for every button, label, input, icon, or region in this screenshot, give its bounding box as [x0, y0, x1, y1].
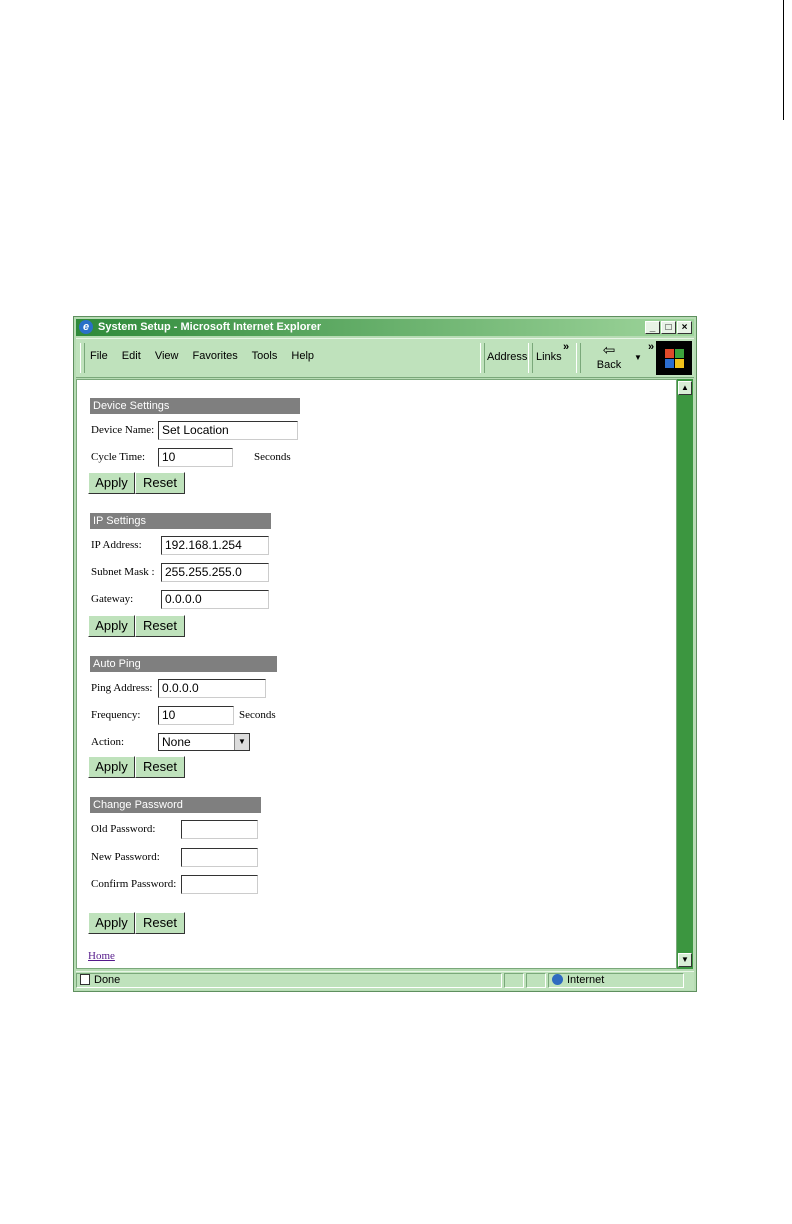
scroll-up-icon[interactable]: ▲: [678, 381, 692, 395]
password-apply-button[interactable]: Apply: [88, 912, 135, 934]
links-chevron-icon[interactable]: »: [563, 341, 569, 353]
menu-bar: File Edit View Favorites Tools Help: [90, 350, 325, 362]
internet-explorer-icon: e: [79, 320, 93, 334]
device-name-field[interactable]: Set Location: [158, 421, 298, 440]
status-cell: [504, 973, 524, 988]
toolbar: File Edit View Favorites Tools Help Addr…: [76, 338, 694, 378]
toolbar-grip[interactable]: [528, 343, 533, 373]
new-password-label: New Password:: [91, 851, 160, 863]
old-password-label: Old Password:: [91, 823, 156, 835]
globe-icon: [552, 974, 563, 985]
toolbar-chevron-icon[interactable]: »: [648, 341, 654, 353]
menu-edit[interactable]: Edit: [122, 350, 141, 362]
close-button[interactable]: ×: [677, 321, 692, 334]
page-edge-line: [783, 0, 784, 120]
gateway-label: Gateway:: [91, 593, 134, 605]
address-bar-toggle[interactable]: Address: [487, 351, 527, 363]
gateway-field[interactable]: 0.0.0.0: [161, 590, 269, 609]
action-select-value: None: [162, 735, 191, 749]
menu-tools[interactable]: Tools: [252, 350, 278, 362]
status-cell: [526, 973, 546, 988]
menu-favorites[interactable]: Favorites: [193, 350, 238, 362]
back-dropdown-icon[interactable]: ▼: [634, 353, 642, 362]
confirm-password-label: Confirm Password:: [91, 878, 177, 890]
frequency-label: Frequency:: [91, 709, 141, 721]
security-zone: Internet: [567, 974, 605, 986]
old-password-field[interactable]: [181, 820, 258, 839]
minimize-button[interactable]: _: [645, 321, 660, 334]
back-label: Back: [596, 359, 622, 371]
ip-address-label: IP Address:: [91, 539, 142, 551]
device-reset-button[interactable]: Reset: [135, 472, 185, 494]
change-password-header: Change Password: [90, 797, 261, 813]
cycle-time-unit: Seconds: [254, 451, 291, 463]
menu-file[interactable]: File: [90, 350, 108, 362]
password-reset-button[interactable]: Reset: [135, 912, 185, 934]
ip-apply-button[interactable]: Apply: [88, 615, 135, 637]
new-password-field[interactable]: [181, 848, 258, 867]
cycle-time-field[interactable]: 10: [158, 448, 233, 467]
window-controls: _ □ ×: [644, 321, 692, 334]
status-text: Done: [94, 974, 121, 986]
device-settings-header: Device Settings: [90, 398, 300, 414]
action-select[interactable]: None ▼: [158, 733, 250, 751]
links-bar-toggle[interactable]: Links: [536, 351, 562, 363]
browser-window: e System Setup - Microsoft Internet Expl…: [73, 316, 697, 992]
window-title: System Setup - Microsoft Internet Explor…: [98, 321, 322, 333]
vertical-scrollbar[interactable]: ▲ ▼: [677, 379, 693, 969]
cycle-time-label: Cycle Time:: [91, 451, 146, 463]
status-text-cell: Done: [76, 973, 502, 988]
toolbar-grip[interactable]: [480, 343, 485, 373]
page-icon: [80, 974, 90, 985]
ip-address-field[interactable]: 192.168.1.254: [161, 536, 269, 555]
menu-help[interactable]: Help: [291, 350, 314, 362]
page-content: Device Settings Device Name: Set Locatio…: [76, 379, 677, 969]
frequency-field[interactable]: 10: [158, 706, 234, 725]
toolbar-grip[interactable]: [576, 343, 581, 373]
auto-ping-header: Auto Ping: [90, 656, 277, 672]
status-bar: Done Internet: [76, 971, 694, 990]
home-link[interactable]: Home: [88, 950, 115, 962]
ping-address-label: Ping Address:: [91, 682, 153, 694]
ping-address-field[interactable]: 0.0.0.0: [158, 679, 266, 698]
title-bar: e System Setup - Microsoft Internet Expl…: [76, 319, 694, 336]
windows-logo-icon: [656, 341, 692, 375]
chevron-down-icon[interactable]: ▼: [234, 734, 249, 750]
maximize-button[interactable]: □: [661, 321, 676, 334]
frequency-unit: Seconds: [239, 709, 276, 721]
device-name-label: Device Name:: [91, 424, 155, 436]
menu-view[interactable]: View: [155, 350, 179, 362]
ip-settings-header: IP Settings: [90, 513, 271, 529]
left-arrow-icon: ⇦: [602, 342, 616, 359]
security-zone-cell: Internet: [548, 973, 684, 988]
device-apply-button[interactable]: Apply: [88, 472, 135, 494]
toolbar-grip[interactable]: [80, 343, 85, 373]
back-button[interactable]: ⇦ Back: [591, 342, 627, 372]
confirm-password-field[interactable]: [181, 875, 258, 894]
scroll-down-icon[interactable]: ▼: [678, 953, 692, 967]
ip-reset-button[interactable]: Reset: [135, 615, 185, 637]
subnet-mask-field[interactable]: 255.255.255.0: [161, 563, 269, 582]
subnet-mask-label: Subnet Mask :: [91, 566, 155, 578]
action-label: Action:: [91, 736, 124, 748]
ping-reset-button[interactable]: Reset: [135, 756, 185, 778]
ping-apply-button[interactable]: Apply: [88, 756, 135, 778]
